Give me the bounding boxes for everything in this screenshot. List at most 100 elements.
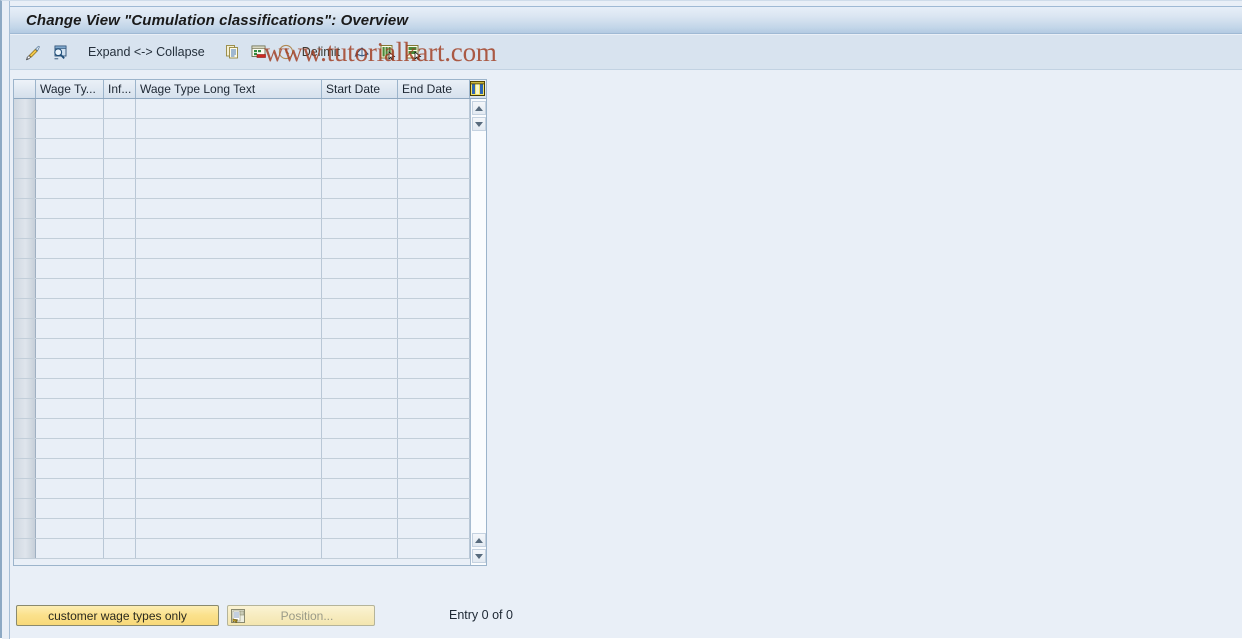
cell-infotype[interactable] — [104, 459, 136, 478]
cell-end-date[interactable] — [398, 359, 470, 378]
cell-wage-type[interactable] — [36, 239, 104, 258]
cell-infotype[interactable] — [104, 259, 136, 278]
cell-end-date[interactable] — [398, 499, 470, 518]
cell-start-date[interactable] — [322, 159, 398, 178]
table-row[interactable] — [14, 539, 486, 559]
cell-wage-type-long-text[interactable] — [136, 279, 322, 298]
cell-wage-type-long-text[interactable] — [136, 239, 322, 258]
cell-start-date[interactable] — [322, 319, 398, 338]
cell-wage-type[interactable] — [36, 179, 104, 198]
cell-end-date[interactable] — [398, 179, 470, 198]
row-select-cell[interactable] — [14, 99, 36, 118]
cell-wage-type[interactable] — [36, 119, 104, 138]
cell-wage-type-long-text[interactable] — [136, 179, 322, 198]
cell-wage-type-long-text[interactable] — [136, 259, 322, 278]
row-select-cell[interactable] — [14, 479, 36, 498]
cell-infotype[interactable] — [104, 239, 136, 258]
cell-wage-type[interactable] — [36, 319, 104, 338]
display-mode-button[interactable] — [49, 40, 71, 64]
delete-entry-button[interactable] — [248, 40, 270, 64]
cell-end-date[interactable] — [398, 279, 470, 298]
column-header-wage-type[interactable]: Wage Ty... — [36, 80, 104, 98]
delimit-button[interactable]: Delimit — [275, 40, 347, 64]
cell-end-date[interactable] — [398, 99, 470, 118]
cell-infotype[interactable] — [104, 99, 136, 118]
table-row[interactable] — [14, 499, 486, 519]
row-select-cell[interactable] — [14, 219, 36, 238]
cell-end-date[interactable] — [398, 339, 470, 358]
cell-end-date[interactable] — [398, 319, 470, 338]
table-row[interactable] — [14, 419, 486, 439]
cell-wage-type[interactable] — [36, 359, 104, 378]
cell-wage-type[interactable] — [36, 499, 104, 518]
cell-wage-type[interactable] — [36, 299, 104, 318]
cell-wage-type-long-text[interactable] — [136, 199, 322, 218]
cell-start-date[interactable] — [322, 339, 398, 358]
cell-wage-type-long-text[interactable] — [136, 319, 322, 338]
cell-infotype[interactable] — [104, 379, 136, 398]
cell-start-date[interactable] — [322, 299, 398, 318]
cell-end-date[interactable] — [398, 159, 470, 178]
table-row[interactable] — [14, 519, 486, 539]
cell-wage-type-long-text[interactable] — [136, 499, 322, 518]
row-select-cell[interactable] — [14, 419, 36, 438]
cell-infotype[interactable] — [104, 419, 136, 438]
table-row[interactable] — [14, 319, 486, 339]
cell-infotype[interactable] — [104, 199, 136, 218]
position-button[interactable]: Position... — [227, 605, 375, 626]
table-row[interactable] — [14, 199, 486, 219]
cell-wage-type[interactable] — [36, 539, 104, 558]
cell-end-date[interactable] — [398, 119, 470, 138]
scroll-up-button-top[interactable] — [472, 101, 486, 115]
cell-end-date[interactable] — [398, 259, 470, 278]
cell-start-date[interactable] — [322, 139, 398, 158]
row-select-cell[interactable] — [14, 159, 36, 178]
cell-start-date[interactable] — [322, 219, 398, 238]
table-vertical-scrollbar[interactable] — [470, 99, 486, 565]
table-row[interactable] — [14, 279, 486, 299]
cell-wage-type[interactable] — [36, 479, 104, 498]
cell-wage-type-long-text[interactable] — [136, 299, 322, 318]
cell-end-date[interactable] — [398, 419, 470, 438]
cell-wage-type-long-text[interactable] — [136, 99, 322, 118]
cell-wage-type-long-text[interactable] — [136, 419, 322, 438]
table-row[interactable] — [14, 459, 486, 479]
row-select-cell[interactable] — [14, 239, 36, 258]
row-select-cell[interactable] — [14, 519, 36, 538]
cell-wage-type[interactable] — [36, 99, 104, 118]
column-header-select[interactable] — [14, 80, 36, 98]
cell-wage-type-long-text[interactable] — [136, 339, 322, 358]
table-row[interactable] — [14, 239, 486, 259]
table-row[interactable] — [14, 339, 486, 359]
row-select-cell[interactable] — [14, 539, 36, 558]
scroll-down-button-bottom[interactable] — [472, 549, 486, 563]
column-header-start-date[interactable]: Start Date — [322, 80, 398, 98]
cell-infotype[interactable] — [104, 219, 136, 238]
cell-infotype[interactable] — [104, 119, 136, 138]
table-row[interactable] — [14, 159, 486, 179]
table-row[interactable] — [14, 399, 486, 419]
cell-wage-type[interactable] — [36, 259, 104, 278]
table-row[interactable] — [14, 119, 486, 139]
cell-start-date[interactable] — [322, 359, 398, 378]
cell-end-date[interactable] — [398, 379, 470, 398]
table-row[interactable] — [14, 439, 486, 459]
cell-wage-type-long-text[interactable] — [136, 399, 322, 418]
cell-infotype[interactable] — [104, 179, 136, 198]
cell-end-date[interactable] — [398, 139, 470, 158]
cell-start-date[interactable] — [322, 479, 398, 498]
row-select-cell[interactable] — [14, 379, 36, 398]
copy-entry-button[interactable] — [222, 40, 244, 64]
undo-button[interactable] — [351, 40, 373, 64]
cell-wage-type[interactable] — [36, 519, 104, 538]
cell-infotype[interactable] — [104, 499, 136, 518]
cell-infotype[interactable] — [104, 539, 136, 558]
cell-start-date[interactable] — [322, 279, 398, 298]
cell-start-date[interactable] — [322, 99, 398, 118]
table-row[interactable] — [14, 99, 486, 119]
column-header-end-date[interactable]: End Date — [398, 80, 470, 98]
cell-start-date[interactable] — [322, 119, 398, 138]
cell-end-date[interactable] — [398, 239, 470, 258]
cell-infotype[interactable] — [104, 439, 136, 458]
cell-wage-type[interactable] — [36, 459, 104, 478]
